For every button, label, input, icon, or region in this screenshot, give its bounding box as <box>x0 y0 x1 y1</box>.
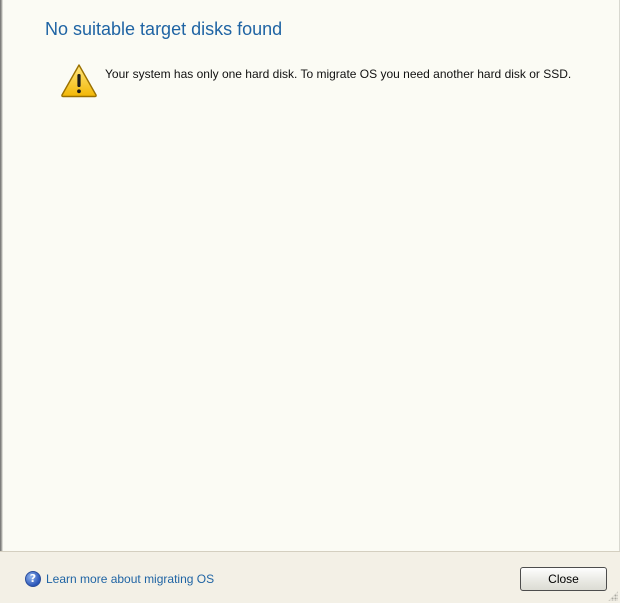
dialog-window: No suitable target disks found Your syst… <box>0 0 620 603</box>
dialog-footer: ? Learn more about migrating OS Close <box>0 551 620 603</box>
resize-grip[interactable] <box>608 591 618 601</box>
dialog-title: No suitable target disks found <box>45 19 283 39</box>
close-button[interactable]: Close <box>520 567 607 591</box>
warning-icon <box>61 64 97 98</box>
learn-more-link[interactable]: ? Learn more about migrating OS <box>25 571 214 587</box>
window-left-border <box>0 0 3 603</box>
dialog-message: Your system has only one hard disk. To m… <box>105 67 572 81</box>
learn-more-label: Learn more about migrating OS <box>46 572 215 586</box>
question-circle-icon: ? <box>25 571 41 587</box>
